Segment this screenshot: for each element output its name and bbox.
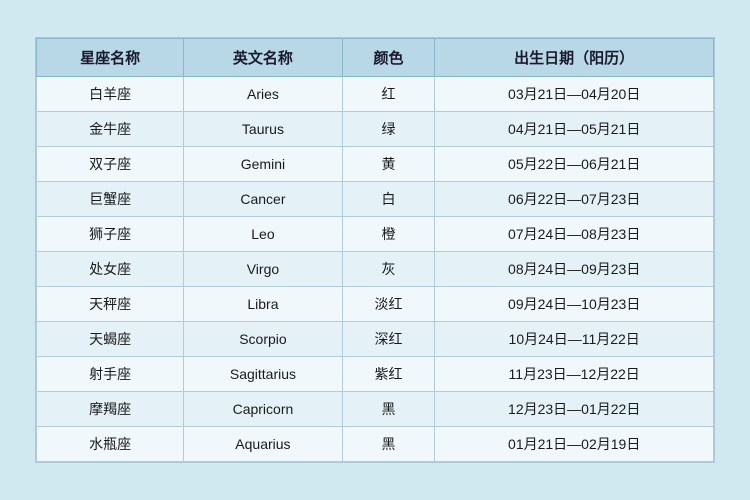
- header-dates: 出生日期（阳历）: [435, 39, 714, 77]
- cell-color: 淡红: [342, 287, 435, 322]
- table-row: 摩羯座Capricorn黑12月23日—01月22日: [37, 392, 714, 427]
- cell-english-name: Libra: [184, 287, 342, 322]
- table-row: 射手座Sagittarius紫红11月23日—12月22日: [37, 357, 714, 392]
- cell-english-name: Sagittarius: [184, 357, 342, 392]
- cell-english-name: Cancer: [184, 182, 342, 217]
- table-body: 白羊座Aries红03月21日—04月20日金牛座Taurus绿04月21日—0…: [37, 77, 714, 462]
- cell-english-name: Scorpio: [184, 322, 342, 357]
- cell-color: 绿: [342, 112, 435, 147]
- table-row: 金牛座Taurus绿04月21日—05月21日: [37, 112, 714, 147]
- cell-english-name: Aquarius: [184, 427, 342, 462]
- header-chinese-name: 星座名称: [37, 39, 184, 77]
- table-row: 处女座Virgo灰08月24日—09月23日: [37, 252, 714, 287]
- cell-dates: 12月23日—01月22日: [435, 392, 714, 427]
- cell-color: 黑: [342, 392, 435, 427]
- cell-chinese-name: 水瓶座: [37, 427, 184, 462]
- cell-dates: 04月21日—05月21日: [435, 112, 714, 147]
- cell-color: 黄: [342, 147, 435, 182]
- cell-english-name: Aries: [184, 77, 342, 112]
- table-row: 水瓶座Aquarius黑01月21日—02月19日: [37, 427, 714, 462]
- cell-color: 白: [342, 182, 435, 217]
- table-row: 狮子座Leo橙07月24日—08月23日: [37, 217, 714, 252]
- cell-chinese-name: 天蝎座: [37, 322, 184, 357]
- cell-dates: 07月24日—08月23日: [435, 217, 714, 252]
- cell-chinese-name: 双子座: [37, 147, 184, 182]
- cell-chinese-name: 射手座: [37, 357, 184, 392]
- cell-color: 灰: [342, 252, 435, 287]
- table-row: 双子座Gemini黄05月22日—06月21日: [37, 147, 714, 182]
- header-english-name: 英文名称: [184, 39, 342, 77]
- cell-chinese-name: 狮子座: [37, 217, 184, 252]
- cell-dates: 11月23日—12月22日: [435, 357, 714, 392]
- table-row: 天秤座Libra淡红09月24日—10月23日: [37, 287, 714, 322]
- table-row: 白羊座Aries红03月21日—04月20日: [37, 77, 714, 112]
- cell-chinese-name: 天秤座: [37, 287, 184, 322]
- cell-dates: 03月21日—04月20日: [435, 77, 714, 112]
- cell-color: 深红: [342, 322, 435, 357]
- cell-english-name: Capricorn: [184, 392, 342, 427]
- cell-english-name: Leo: [184, 217, 342, 252]
- cell-color: 红: [342, 77, 435, 112]
- cell-color: 紫红: [342, 357, 435, 392]
- cell-chinese-name: 金牛座: [37, 112, 184, 147]
- cell-dates: 01月21日—02月19日: [435, 427, 714, 462]
- table-header-row: 星座名称 英文名称 颜色 出生日期（阳历）: [37, 39, 714, 77]
- cell-dates: 05月22日—06月21日: [435, 147, 714, 182]
- cell-dates: 09月24日—10月23日: [435, 287, 714, 322]
- cell-chinese-name: 巨蟹座: [37, 182, 184, 217]
- cell-english-name: Gemini: [184, 147, 342, 182]
- zodiac-table-container: 星座名称 英文名称 颜色 出生日期（阳历） 白羊座Aries红03月21日—04…: [35, 37, 715, 463]
- table-row: 天蝎座Scorpio深红10月24日—11月22日: [37, 322, 714, 357]
- cell-dates: 10月24日—11月22日: [435, 322, 714, 357]
- cell-chinese-name: 摩羯座: [37, 392, 184, 427]
- cell-english-name: Virgo: [184, 252, 342, 287]
- header-color: 颜色: [342, 39, 435, 77]
- cell-chinese-name: 白羊座: [37, 77, 184, 112]
- cell-dates: 06月22日—07月23日: [435, 182, 714, 217]
- cell-chinese-name: 处女座: [37, 252, 184, 287]
- zodiac-table: 星座名称 英文名称 颜色 出生日期（阳历） 白羊座Aries红03月21日—04…: [36, 38, 714, 462]
- cell-dates: 08月24日—09月23日: [435, 252, 714, 287]
- table-row: 巨蟹座Cancer白06月22日—07月23日: [37, 182, 714, 217]
- cell-color: 橙: [342, 217, 435, 252]
- cell-english-name: Taurus: [184, 112, 342, 147]
- cell-color: 黑: [342, 427, 435, 462]
